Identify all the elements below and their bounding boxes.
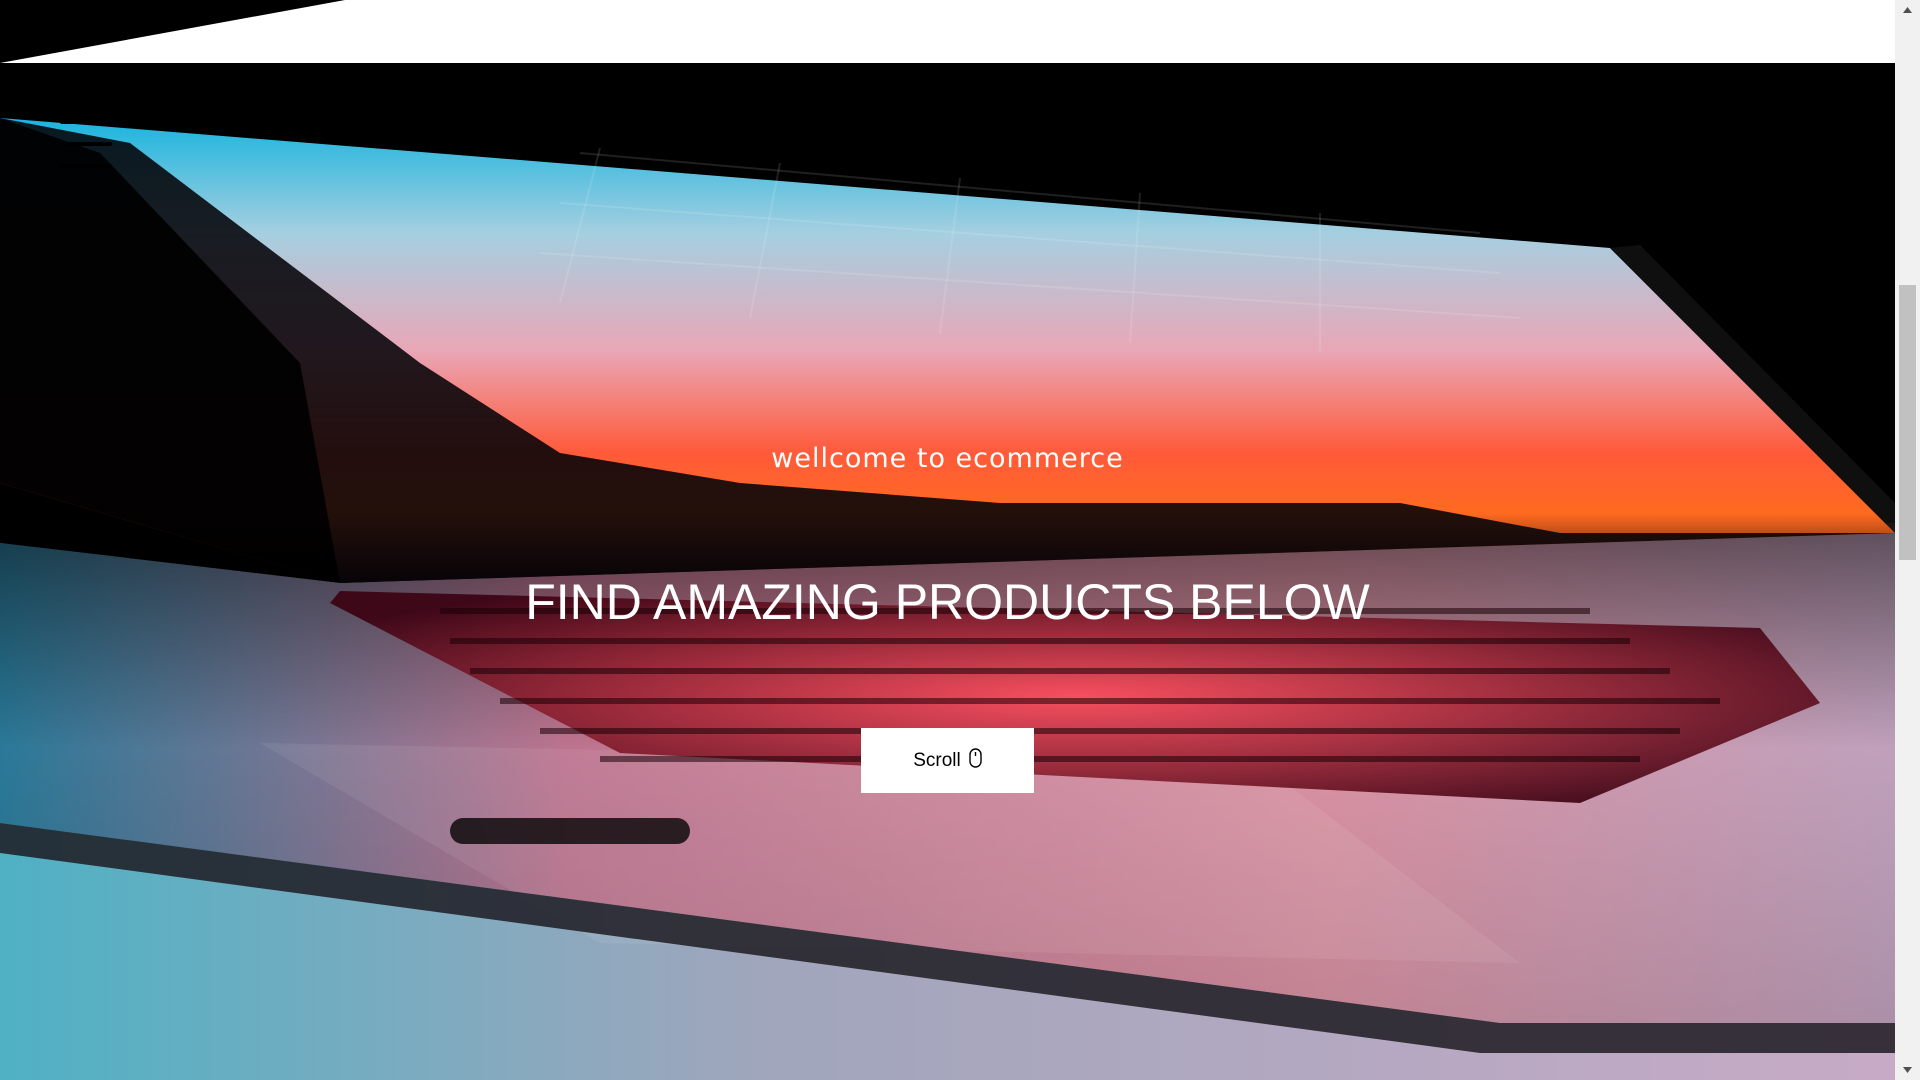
hero-subtitle: wellcome to ecommerce <box>771 443 1124 474</box>
mouse-icon <box>969 747 982 768</box>
scroll-button[interactable]: Scroll <box>861 728 1034 793</box>
page: wellcome to ecommerce FIND AMAZING PRODU… <box>0 0 1920 1080</box>
hamburger-menu-icon[interactable] <box>56 118 114 170</box>
hero-section: wellcome to ecommerce FIND AMAZING PRODU… <box>0 63 1895 1080</box>
menu-bar-top <box>60 120 112 124</box>
top-corner-wedge <box>0 0 345 63</box>
menu-bar-middle <box>60 142 112 146</box>
scrollbar-thumb[interactable] <box>1899 285 1916 560</box>
scroll-down-arrow-icon[interactable] <box>1895 1060 1920 1080</box>
vertical-scrollbar[interactable] <box>1895 0 1920 1080</box>
hero-background-image <box>0 63 1895 1080</box>
menu-bar-bottom <box>60 164 112 168</box>
scroll-button-label: Scroll <box>913 749 961 771</box>
scroll-up-arrow-icon[interactable] <box>1895 0 1920 20</box>
hero-title: FIND AMAZING PRODUCTS BELOW <box>525 574 1370 630</box>
